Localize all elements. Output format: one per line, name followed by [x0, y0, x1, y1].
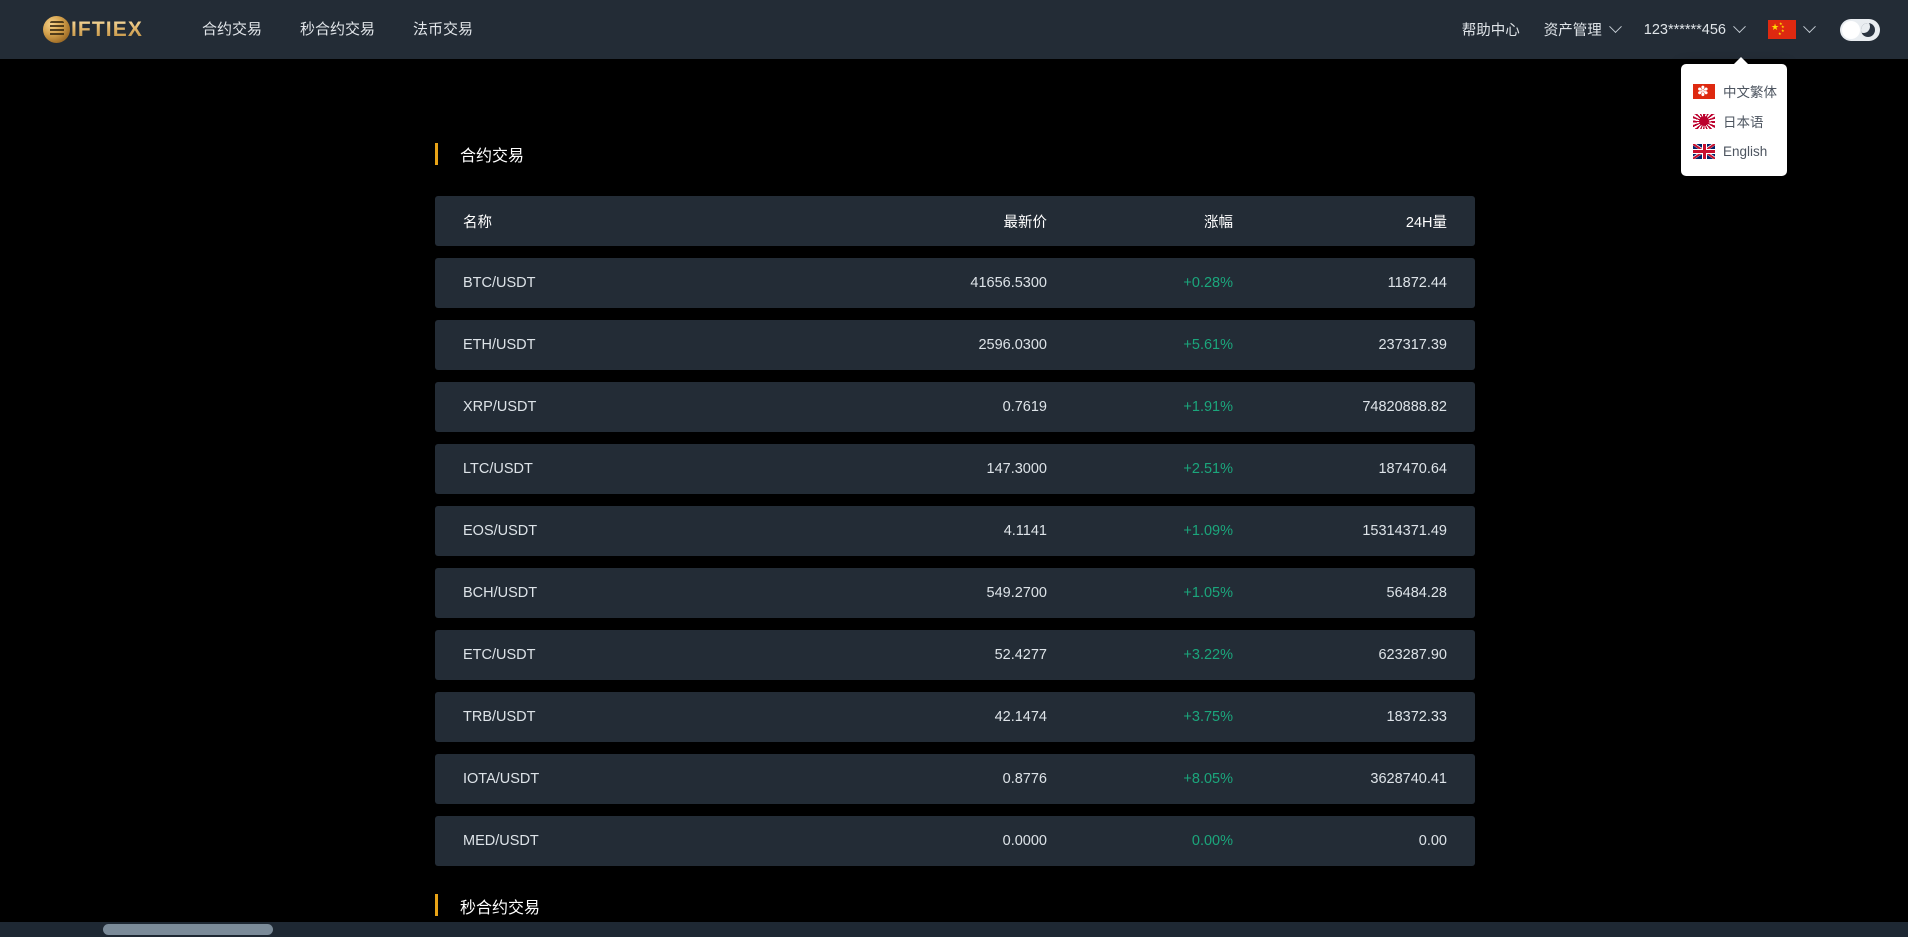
cell-price: 52.4277 [780, 647, 1055, 663]
cell-change: +8.05% [1055, 771, 1255, 787]
cell-volume: 623287.90 [1255, 647, 1475, 663]
table-row[interactable]: XRP/USDT 0.7619 +1.91% 74820888.82 [435, 382, 1475, 432]
cell-change: +1.09% [1055, 523, 1255, 539]
cell-volume: 15314371.49 [1255, 523, 1475, 539]
table-row[interactable]: BTC/USDT 41656.5300 +0.28% 11872.44 [435, 258, 1475, 308]
nav-item-contract-trading[interactable]: 合约交易 [202, 0, 262, 59]
hongkong-flag-icon [1693, 84, 1715, 99]
accent-bar [435, 894, 438, 916]
cell-pair-name: ETC/USDT [435, 647, 780, 663]
page-title: 合约交易 [460, 142, 524, 166]
cell-pair-name: IOTA/USDT [435, 771, 780, 787]
language-option-label: 中文繁体 [1723, 81, 1777, 101]
cell-price: 42.1474 [780, 709, 1055, 725]
cell-price: 2596.0300 [780, 337, 1055, 353]
china-flag-icon: ★ ★ ★ ★ ★ [1768, 20, 1796, 39]
cell-price: 41656.5300 [780, 275, 1055, 291]
column-header-price: 最新价 [780, 211, 1055, 232]
language-option-traditional-chinese[interactable]: 中文繁体 [1681, 76, 1787, 106]
header-actions: 帮助中心 资产管理 123******456 ★ ★ ★ ★ ★ [1450, 0, 1880, 59]
table-row[interactable]: BCH/USDT 549.2700 +1.05% 56484.28 [435, 568, 1475, 618]
help-center-link[interactable]: 帮助中心 [1450, 0, 1532, 59]
language-option-japanese[interactable]: 日本语 [1681, 106, 1787, 136]
cell-price: 0.8776 [780, 771, 1055, 787]
market-table: 名称 最新价 涨幅 24H量 BTC/USDT 41656.5300 +0.28… [435, 196, 1475, 866]
cell-pair-name: BCH/USDT [435, 585, 780, 601]
dark-mode-toggle[interactable] [1840, 19, 1880, 41]
toggle-knob [1842, 21, 1860, 39]
cell-pair-name: BTC/USDT [435, 275, 780, 291]
table-row[interactable]: MED/USDT 0.0000 0.00% 0.00 [435, 816, 1475, 866]
cell-pair-name: LTC/USDT [435, 461, 780, 477]
cell-change: +0.28% [1055, 275, 1255, 291]
cell-price: 0.0000 [780, 833, 1055, 849]
language-option-label: 日本语 [1723, 111, 1764, 131]
table-row[interactable]: IOTA/USDT 0.8776 +8.05% 3628740.41 [435, 754, 1475, 804]
top-navigation-bar: IFTIEX 合约交易 秒合约交易 法币交易 帮助中心 资产管理 123****… [0, 0, 1908, 59]
cell-volume: 187470.64 [1255, 461, 1475, 477]
section-header-contract-trading: 合约交易 [435, 132, 1475, 176]
cell-change: 0.00% [1055, 833, 1255, 849]
cell-price: 4.1141 [780, 523, 1055, 539]
language-dropdown-menu: 中文繁体 日本语 English [1681, 64, 1787, 176]
account-label: 123******456 [1644, 22, 1726, 38]
table-row[interactable]: LTC/USDT 147.3000 +2.51% 187470.64 [435, 444, 1475, 494]
moon-icon [1861, 23, 1875, 37]
table-header-row: 名称 最新价 涨幅 24H量 [435, 196, 1475, 246]
cell-volume: 74820888.82 [1255, 399, 1475, 415]
chevron-down-icon [1733, 20, 1746, 33]
asset-management-menu[interactable]: 资产管理 [1532, 0, 1632, 59]
cell-pair-name: ETH/USDT [435, 337, 780, 353]
cell-volume: 237317.39 [1255, 337, 1475, 353]
table-row[interactable]: TRB/USDT 42.1474 +3.75% 18372.33 [435, 692, 1475, 742]
account-menu[interactable]: 123******456 [1632, 0, 1756, 59]
cell-price: 549.2700 [780, 585, 1055, 601]
chevron-down-icon [1803, 20, 1816, 33]
language-option-english[interactable]: English [1681, 136, 1787, 166]
table-row[interactable]: EOS/USDT 4.1141 +1.09% 15314371.49 [435, 506, 1475, 556]
table-row[interactable]: ETC/USDT 52.4277 +3.22% 623287.90 [435, 630, 1475, 680]
cell-volume: 56484.28 [1255, 585, 1475, 601]
brand-logo[interactable]: IFTIEX [43, 0, 143, 59]
chevron-down-icon [1609, 20, 1622, 33]
column-header-volume: 24H量 [1255, 211, 1475, 232]
language-selector[interactable]: ★ ★ ★ ★ ★ [1756, 0, 1826, 59]
main-content: 合约交易 名称 最新价 涨幅 24H量 BTC/USDT 41656.5300 … [435, 59, 1475, 924]
cell-change: +5.61% [1055, 337, 1255, 353]
asset-management-label: 资产管理 [1544, 19, 1602, 40]
table-row[interactable]: ETH/USDT 2596.0300 +5.61% 237317.39 [435, 320, 1475, 370]
cell-volume: 3628740.41 [1255, 771, 1475, 787]
cell-pair-name: MED/USDT [435, 833, 780, 849]
cell-volume: 0.00 [1255, 833, 1475, 849]
cell-volume: 11872.44 [1255, 275, 1475, 291]
column-header-name: 名称 [435, 211, 780, 232]
brand-name: IFTIEX [71, 18, 143, 42]
help-center-label: 帮助中心 [1462, 19, 1520, 40]
horizontal-scrollbar-thumb[interactable] [103, 924, 273, 935]
main-nav: 合约交易 秒合约交易 法币交易 [202, 0, 473, 59]
page-root: IFTIEX 合约交易 秒合约交易 法币交易 帮助中心 资产管理 123****… [0, 0, 1908, 937]
cell-change: +3.22% [1055, 647, 1255, 663]
language-option-label: English [1723, 144, 1767, 159]
cell-pair-name: TRB/USDT [435, 709, 780, 725]
cell-change: +1.05% [1055, 585, 1255, 601]
page-title-secondary: 秒合约交易 [460, 894, 540, 918]
cell-change: +2.51% [1055, 461, 1255, 477]
cell-pair-name: XRP/USDT [435, 399, 780, 415]
cell-price: 0.7619 [780, 399, 1055, 415]
coin-logo-icon [43, 16, 70, 43]
cell-price: 147.3000 [780, 461, 1055, 477]
japan-flag-icon [1693, 114, 1715, 129]
horizontal-scrollbar[interactable] [0, 922, 1908, 937]
uk-flag-icon [1693, 144, 1715, 159]
cell-pair-name: EOS/USDT [435, 523, 780, 539]
nav-item-fiat-trading[interactable]: 法币交易 [413, 0, 473, 59]
nav-item-second-contract-trading[interactable]: 秒合约交易 [300, 0, 375, 59]
column-header-change: 涨幅 [1055, 211, 1255, 232]
cell-change: +1.91% [1055, 399, 1255, 415]
section-header-second-contract-trading: 秒合约交易 [435, 894, 1475, 924]
cell-volume: 18372.33 [1255, 709, 1475, 725]
accent-bar [435, 143, 438, 165]
cell-change: +3.75% [1055, 709, 1255, 725]
